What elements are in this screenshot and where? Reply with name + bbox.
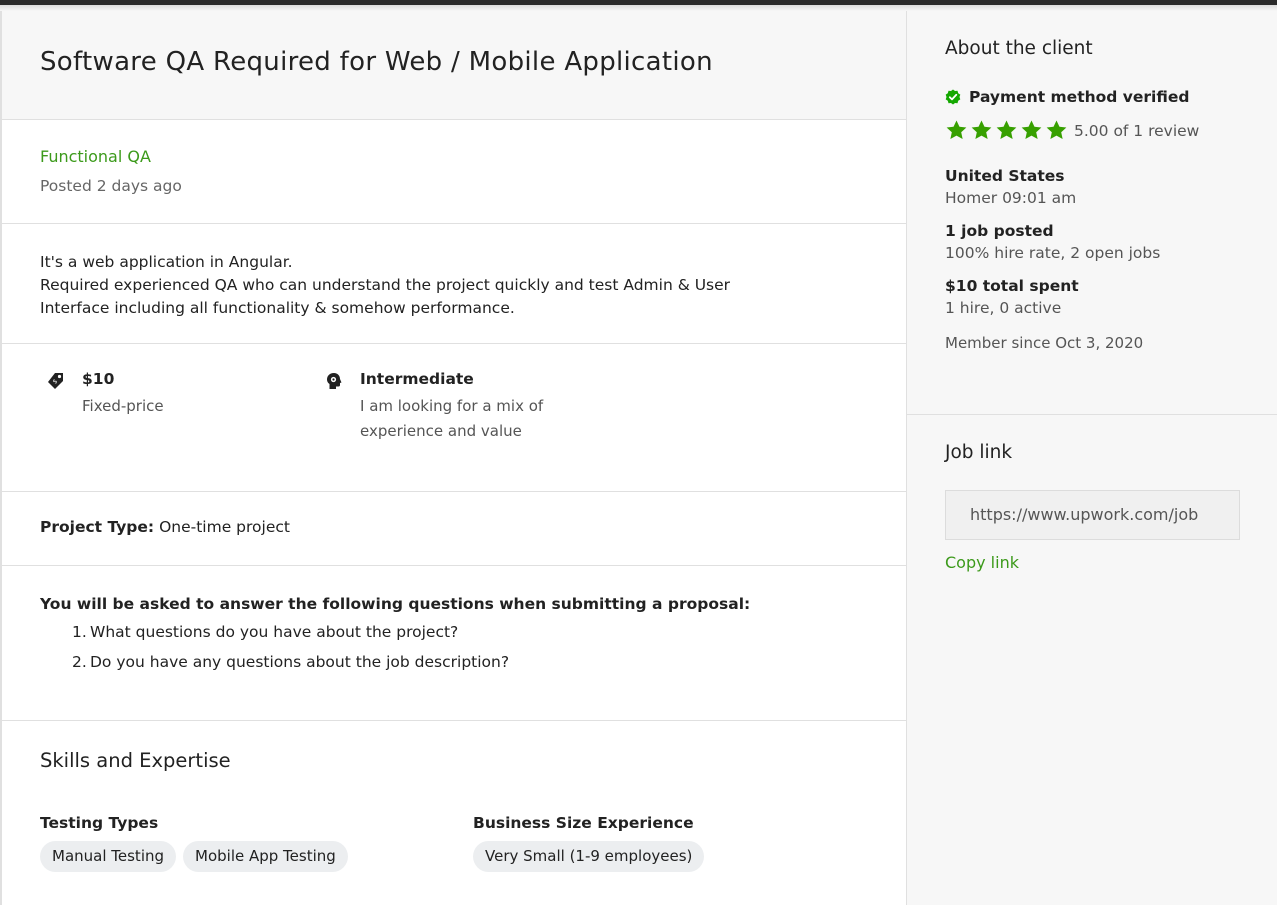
skill-chip[interactable]: Manual Testing <box>40 841 177 872</box>
job-link-input[interactable]: https://www.upwork.com/job <box>945 490 1240 540</box>
question-text: Do you have any questions about the job … <box>90 653 510 671</box>
rating-text: 5.00 of 1 review <box>1074 121 1200 140</box>
star-icon <box>946 120 967 140</box>
job-link-section: Job link https://www.upwork.com/job Copy… <box>907 415 1277 572</box>
skill-group-testing-types: Testing Types Manual Testing Mobile App … <box>40 814 348 872</box>
rating-stars <box>945 119 1068 142</box>
skill-group-heading: Business Size Experience <box>473 814 694 832</box>
about-client-heading: About the client <box>945 38 1093 59</box>
verified-check-icon <box>945 89 961 105</box>
client-country: United States <box>945 167 1065 185</box>
client-rating: 5.00 of 1 review <box>945 119 1277 142</box>
sidebar: About the client Payment method verified… <box>907 11 1277 905</box>
question-item: 1. What questions do you have about the … <box>40 623 906 641</box>
job-link-heading: Job link <box>945 442 1013 463</box>
job-title-section: Software QA Required for Web / Mobile Ap… <box>2 11 906 120</box>
payment-verified: Payment method verified <box>945 88 1277 106</box>
proposal-questions-section: You will be asked to answer the followin… <box>2 566 906 721</box>
star-icon <box>996 120 1017 140</box>
copy-link-button[interactable]: Copy link <box>945 553 1019 572</box>
star-icon <box>971 120 992 140</box>
budget-type: Fixed-price <box>82 397 164 415</box>
question-number: 2. <box>72 653 87 671</box>
payment-verified-text: Payment method verified <box>969 88 1190 106</box>
questions-title: You will be asked to answer the followin… <box>40 595 751 613</box>
job-title: Software QA Required for Web / Mobile Ap… <box>40 47 713 77</box>
description-line: Required experienced QA who can understa… <box>40 276 731 294</box>
total-spent: $10 total spent <box>945 277 1079 295</box>
star-icon <box>1046 120 1067 140</box>
experience-level: Intermediate <box>360 370 474 388</box>
category-section: Functional QA Posted 2 days ago <box>2 120 906 224</box>
budget-amount: $10 <box>82 370 115 388</box>
member-since: Member since Oct 3, 2020 <box>945 334 1144 352</box>
star-icon <box>1021 120 1042 140</box>
skills-section: Skills and Expertise Testing Types Manua… <box>2 721 906 901</box>
description-line: Interface including all functionality & … <box>40 299 515 317</box>
skills-title: Skills and Expertise <box>40 749 231 772</box>
project-type-section: Project Type: One-time project <box>2 492 906 566</box>
job-terms-section: $ $10 Fixed-price Intermediate I am look… <box>2 344 906 492</box>
question-text: What questions do you have about the pro… <box>90 623 459 641</box>
client-location: United States Homer 09:01 am <box>945 167 1277 207</box>
experience-level-icon <box>327 373 342 389</box>
skill-chips: Very Small (1-9 employees) <box>473 841 705 872</box>
skill-group-business-size: Business Size Experience Very Small (1-9… <box>473 814 705 872</box>
about-client-section: About the client Payment method verified… <box>907 11 1277 415</box>
client-jobs: 1 job posted 100% hire rate, 2 open jobs <box>945 222 1277 262</box>
skill-chip[interactable]: Very Small (1-9 employees) <box>473 841 705 872</box>
project-type-value: One-time project <box>159 518 290 536</box>
experience-description: I am looking for a mix of experience and… <box>360 397 544 440</box>
question-item: 2. Do you have any questions about the j… <box>40 653 906 671</box>
skill-group-heading: Testing Types <box>40 814 159 832</box>
client-local-time: Homer 09:01 am <box>945 189 1077 207</box>
price-tag-icon: $ <box>48 373 63 389</box>
description-line: It's a web application in Angular. <box>40 253 293 271</box>
hires-detail: 1 hire, 0 active <box>945 299 1062 317</box>
project-type-label: Project Type: <box>40 518 155 536</box>
question-number: 1. <box>72 623 87 641</box>
client-spent: $10 total spent 1 hire, 0 active <box>945 277 1277 317</box>
job-category-link[interactable]: Functional QA <box>40 147 906 166</box>
description-section: It's a web application in Angular. Requi… <box>2 224 906 344</box>
posted-date: Posted 2 days ago <box>40 177 182 195</box>
skill-chips: Manual Testing Mobile App Testing <box>40 841 348 872</box>
questions-list: 1. What questions do you have about the … <box>40 623 906 671</box>
jobs-posted: 1 job posted <box>945 222 1054 240</box>
skill-chip[interactable]: Mobile App Testing <box>183 841 348 872</box>
job-details-panel: Software QA Required for Web / Mobile Ap… <box>0 11 907 905</box>
jobs-detail: 100% hire rate, 2 open jobs <box>945 244 1161 262</box>
